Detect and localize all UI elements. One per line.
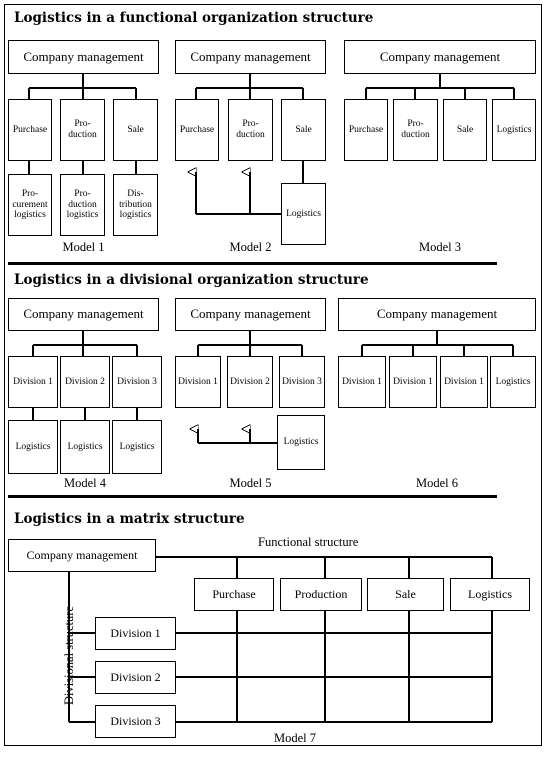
matrix-row-division-2-label: Division 2 xyxy=(110,669,161,684)
model4-leaf-logistics-2-label: Logistics xyxy=(67,441,103,452)
model4-leaf-logistics-3: Logistics xyxy=(112,420,162,474)
model5-unit-division-1: Division 1 xyxy=(175,356,221,408)
model5-management-box: Company management xyxy=(175,298,326,331)
model7-caption: Model 7 xyxy=(273,731,316,745)
model5-unit-division-2-label: Division 2 xyxy=(230,376,270,387)
model3-unit-sale: Sale xyxy=(443,99,487,161)
model2-unit-production: Pro-duction xyxy=(228,99,273,161)
model6-unit-logistics-label: Logistics xyxy=(495,376,531,387)
model2-caption: Model 2 xyxy=(229,240,272,254)
model1-unit-purchase-label: Purchase xyxy=(12,124,48,135)
model6-unit-division-3: Division 1 xyxy=(440,356,488,408)
matrix-column-logistics-label: Logistics xyxy=(468,586,512,601)
model6-unit-logistics: Logistics xyxy=(490,356,536,408)
matrix-column-logistics: Logistics xyxy=(450,578,530,611)
model5-unit-division-3: Division 3 xyxy=(279,356,325,408)
model6-unit-division-1: Division 1 xyxy=(338,356,386,408)
model6-unit-division-3-label: Division 1 xyxy=(444,376,484,387)
model6-unit-division-1-label: Division 1 xyxy=(342,376,382,387)
matrix-row-division-2: Division 2 xyxy=(95,661,176,694)
model1-unit-production-label: Pro-duction xyxy=(68,119,97,140)
model6-management-box: Company management xyxy=(338,298,536,331)
model2-unit-sale: Sale xyxy=(281,99,326,161)
matrix-column-sale: Sale xyxy=(367,578,444,611)
matrix-row-division-1: Division 1 xyxy=(95,617,176,650)
model1-leaf-distribution-logistics: Dis-tribution logistics xyxy=(113,174,158,236)
model2-management-box: Company management xyxy=(175,40,326,74)
model3-unit-logistics-label: Logistics xyxy=(496,124,532,135)
model4-management-box: Company management xyxy=(8,298,159,331)
matrix-row-division-1-label: Division 1 xyxy=(110,625,161,640)
matrix-column-production-label: Production xyxy=(294,586,348,601)
model4-unit-division-1-label: Division 1 xyxy=(13,376,53,387)
matrix-column-purchase-label: Purchase xyxy=(212,586,256,601)
section-title-matrix: Logistics in a matrix structure xyxy=(14,511,245,527)
model3-unit-sale-label: Sale xyxy=(456,124,474,135)
section-divider-2 xyxy=(8,495,497,498)
model1-unit-sale: Sale xyxy=(113,99,158,161)
model6-caption: Model 6 xyxy=(415,476,458,490)
section-divider-1 xyxy=(8,262,497,265)
model6-unit-division-2-label: Division 1 xyxy=(393,376,433,387)
model3-unit-purchase-label: Purchase xyxy=(348,124,384,135)
model5-unit-division-2: Division 2 xyxy=(227,356,273,408)
model1-leaf-procurement-logistics: Pro-curement logistics xyxy=(8,174,52,236)
model1-leaf-production-logistics-label: Pro-duction logistics xyxy=(66,189,99,221)
model4-unit-division-2-label: Division 2 xyxy=(65,376,105,387)
model5-caption: Model 5 xyxy=(229,476,272,490)
model4-leaf-logistics-2: Logistics xyxy=(60,420,110,474)
matrix-management-box: Company management xyxy=(8,539,156,572)
model5-unit-division-1-label: Division 1 xyxy=(178,376,218,387)
model5-staff-logistics: Logistics xyxy=(277,415,325,470)
model2-unit-purchase-label: Purchase xyxy=(179,124,215,135)
model3-unit-purchase: Purchase xyxy=(344,99,388,161)
model4-leaf-logistics-3-label: Logistics xyxy=(119,441,155,452)
matrix-row-division-3-label: Division 3 xyxy=(110,713,161,728)
matrix-functional-axis-label: Functional structure xyxy=(258,535,359,549)
model2-unit-production-label: Pro-duction xyxy=(236,119,265,140)
model4-unit-division-1: Division 1 xyxy=(8,356,58,408)
matrix-column-purchase: Purchase xyxy=(194,578,274,611)
matrix-row-division-3: Division 3 xyxy=(95,705,176,738)
diagram-page: Logistics in a functional organization s… xyxy=(0,0,550,757)
model1-leaf-production-logistics: Pro-duction logistics xyxy=(60,174,105,236)
model3-management-box: Company management xyxy=(344,40,536,74)
model3-unit-production: Pro-duction xyxy=(393,99,438,161)
section-title-functional: Logistics in a functional organization s… xyxy=(14,10,374,26)
model2-staff-logistics: Logistics xyxy=(281,183,326,245)
model1-unit-purchase: Purchase xyxy=(8,99,52,161)
model5-unit-division-3-label: Division 3 xyxy=(282,376,322,387)
section-title-divisional: Logistics in a divisional organization s… xyxy=(14,272,369,288)
matrix-divisional-axis-label: Divisional structure xyxy=(62,606,76,705)
model6-unit-division-2: Division 1 xyxy=(389,356,437,408)
model3-unit-logistics: Logistics xyxy=(492,99,536,161)
model4-leaf-logistics-1-label: Logistics xyxy=(15,441,51,452)
model3-caption: Model 3 xyxy=(418,240,461,254)
model1-caption: Model 1 xyxy=(62,240,105,254)
model4-unit-division-3: Division 3 xyxy=(112,356,162,408)
model4-leaf-logistics-1: Logistics xyxy=(8,420,58,474)
model4-unit-division-3-label: Division 3 xyxy=(117,376,157,387)
model4-unit-division-2: Division 2 xyxy=(60,356,110,408)
model3-unit-production-label: Pro-duction xyxy=(401,119,430,140)
model1-management-box: Company management xyxy=(8,40,159,74)
model1-leaf-distribution-logistics-label: Dis-tribution logistics xyxy=(119,189,152,221)
model1-unit-production: Pro-duction xyxy=(60,99,105,161)
model2-unit-purchase: Purchase xyxy=(175,99,219,161)
matrix-column-production: Production xyxy=(280,578,362,611)
model4-caption: Model 4 xyxy=(63,476,106,490)
model1-leaf-procurement-logistics-label: Pro-curement logistics xyxy=(12,189,48,221)
model1-unit-sale-label: Sale xyxy=(127,124,144,135)
model2-unit-sale-label: Sale xyxy=(295,124,312,135)
matrix-column-sale-label: Sale xyxy=(395,586,416,601)
